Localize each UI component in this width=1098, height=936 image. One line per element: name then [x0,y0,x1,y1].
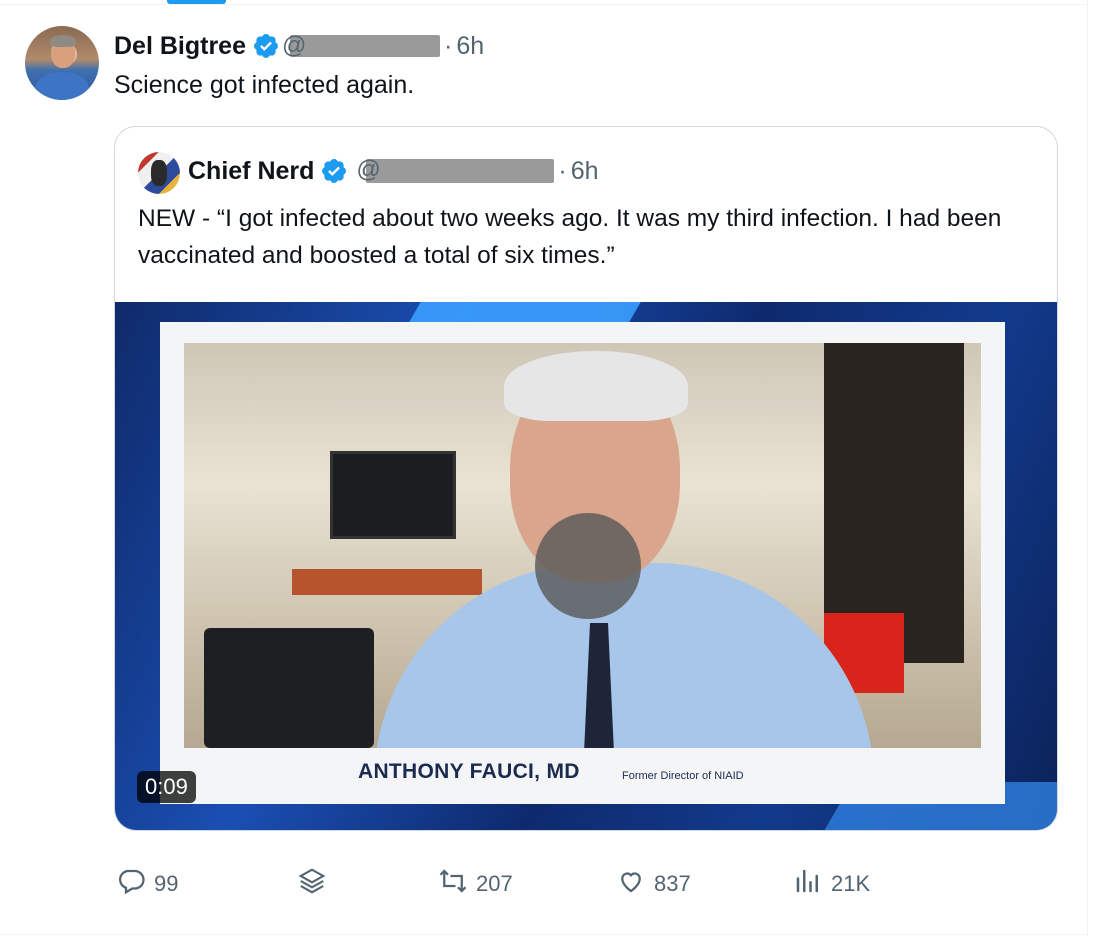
repost-button[interactable]: 207 [438,860,513,908]
like-button[interactable]: 837 [616,860,691,908]
action-bar: 99 207 837 21K [0,860,1087,908]
post-time[interactable]: 6h [456,32,484,61]
printer [204,628,374,748]
play-overlay[interactable] [535,513,641,619]
reply-icon [116,866,154,902]
avatar-shirt [35,72,89,100]
video-caption-title: Former Director of NIAID [622,770,744,782]
quoted-author-name: Chief Nerd [188,156,315,185]
verified-badge-icon [252,32,280,60]
quoted-post[interactable]: Chief Nerd · 6h NEW - “I got infected ab… [114,126,1058,831]
video-duration: 0:09 [137,771,196,803]
quoted-post-time: 6h [570,156,599,185]
author-name[interactable]: Del Bigtree [114,32,246,61]
video-caption-name: ANTHONY FAUCI, MD [358,760,580,783]
top-divider [0,4,1087,5]
video-player[interactable]: ANTHONY FAUCI, MD Former Director of NIA… [115,302,1057,830]
quoted-author-avatar[interactable] [138,152,180,194]
quoted-avatar-face [151,160,167,186]
reply-count: 99 [154,871,179,896]
person-hair [504,351,688,421]
views-button[interactable]: 21K [793,860,870,908]
separator-dot: · [558,156,567,185]
redacted-handle [356,156,555,184]
bottom-divider [0,934,1087,935]
right-divider [1087,0,1088,936]
views-icon [793,866,831,902]
quoted-post-header: Chief Nerd · 6h [188,151,599,191]
repost-icon [438,866,476,902]
video-still [184,343,981,748]
stack-icon [297,866,335,902]
verified-badge-icon [320,157,348,185]
separator-dot: · [443,31,453,60]
desk [292,569,482,595]
views-count: 21K [831,871,871,896]
like-count: 837 [654,871,691,896]
laptop [330,451,456,539]
post-text: Science got infected again. [114,71,415,99]
repost-count: 207 [476,871,513,896]
redacted-handle [282,32,440,60]
post-header: Del Bigtree · 6h [114,26,484,66]
avatar-hair [50,35,76,47]
author-avatar[interactable] [25,26,99,100]
quoted-post-text: NEW - “I got infected about two weeks ag… [138,205,1002,269]
stack-button[interactable] [297,860,335,908]
heart-icon [616,866,654,902]
reply-button[interactable]: 99 [116,860,178,908]
